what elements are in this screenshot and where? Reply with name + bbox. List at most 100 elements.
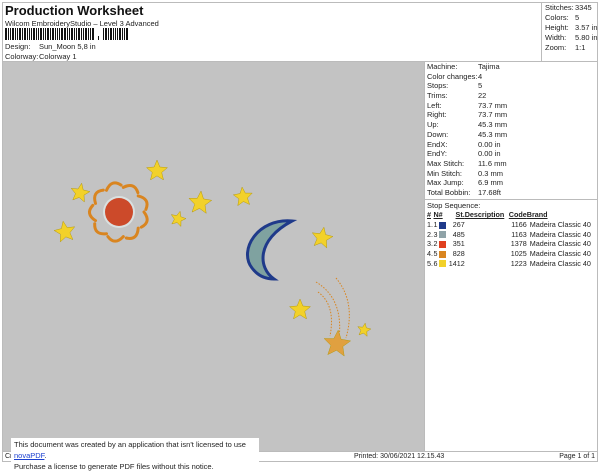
column-header: St. — [455, 210, 465, 220]
thread-code: 1166 — [511, 219, 527, 229]
stats-label: Height: — [545, 23, 569, 32]
stats-row: Width: 5.80 in — [545, 33, 598, 43]
thread-code: 1223 — [510, 258, 527, 268]
description — [465, 249, 508, 259]
stitch-count: 1412 — [448, 258, 465, 268]
stats-value: 3345 — [575, 3, 592, 12]
stitch-count: 485 — [452, 229, 465, 239]
colorway-row: Colorway:Colorway 1 — [5, 52, 77, 61]
stitch-count: 267 — [452, 219, 465, 229]
info-label: Machine: — [427, 62, 458, 71]
colorway-label: Colorway: — [5, 52, 39, 61]
sun-ray — [124, 226, 140, 240]
info-row: Machine: Tajima — [427, 62, 596, 72]
color-swatch — [439, 250, 447, 258]
moon — [246, 219, 298, 281]
table-row: 4. 5 828 1025 Madeira Classic 40 — [427, 249, 596, 259]
star — [70, 182, 91, 203]
needle-cell: 3 — [433, 229, 447, 239]
needle-cell: 1 — [433, 220, 447, 230]
info-label: Up: — [427, 120, 439, 130]
machine-info: Machine: Tajima Color changes:4 Stops: 5 Trim… — [425, 62, 598, 198]
sun — [105, 198, 133, 226]
info-label: Total Bobbin: — [427, 187, 471, 197]
column-header: Code — [508, 210, 527, 220]
info-row: Right: 73.7 mm — [427, 110, 596, 120]
design-label: Design: — [5, 42, 31, 51]
stats-value: 1:1 — [575, 43, 586, 52]
sun-ray — [105, 181, 123, 192]
info-value: 0.00 in — [478, 139, 501, 149]
needle-number: 1 — [433, 219, 438, 229]
thread-brand: Madeira Classic 40 — [529, 258, 591, 268]
sun-ray — [136, 194, 149, 211]
notice-text: This document was created by an applicat… — [14, 440, 246, 449]
info-value: 22 — [478, 91, 487, 101]
info-row: Up: 45.3 mm — [427, 120, 596, 130]
software-name: Wilcom EmbroideryStudio – Level 3 Advanc… — [5, 19, 159, 28]
info-value: 45.3 mm — [478, 129, 508, 139]
stats-row: Height: 3.57 in — [545, 23, 598, 33]
stitch-count: 351 — [452, 239, 465, 249]
star — [357, 322, 372, 337]
info-value: 0.3 mm — [478, 168, 504, 178]
barcode — [5, 28, 130, 40]
info-label: Right: — [427, 110, 447, 120]
needle-number: 5 — [433, 249, 438, 259]
table-row: 3. 2 351 1378 Madeira Classic 40 — [427, 239, 596, 249]
design-preview — [3, 62, 424, 451]
sun-ray — [93, 222, 108, 236]
info-value: 6.9 mm — [478, 178, 504, 188]
color-swatch — [439, 231, 447, 239]
thread-code: 1163 — [511, 229, 527, 239]
info-row: Total Bobbin: 17.68ft — [427, 188, 596, 198]
star — [170, 210, 187, 228]
notice-text-2: Purchase a license to generate PDF files… — [14, 462, 214, 471]
stats-value: 3.57 in — [575, 23, 598, 32]
star — [145, 159, 169, 181]
sun-ray — [93, 188, 105, 205]
column-header: Brand — [526, 210, 548, 220]
info-label: EndX: — [427, 139, 448, 149]
printed-date: Printed: 30/06/2021 12.15.43 — [354, 453, 445, 460]
stop-sequence: Stop Sequence: # N# St. Description Code Bran… — [425, 198, 598, 269]
stop-sequence-table: # N# St. Description Code Brand 1. 1 267 1166… — [427, 210, 596, 268]
needle-cell: 6 — [433, 258, 447, 268]
shooting-star — [323, 329, 352, 357]
embroidery-design — [53, 159, 372, 357]
page-number: Page 1 of 1 — [559, 453, 595, 460]
star — [53, 220, 76, 243]
stop-sequence-title: Stop Sequence: — [427, 200, 481, 210]
needle-number: 6 — [433, 258, 438, 268]
color-swatch — [439, 221, 447, 229]
info-row: Stops: 5 — [427, 81, 596, 91]
star — [232, 186, 253, 207]
star — [311, 226, 334, 249]
page-title: Production Worksheet — [5, 3, 144, 18]
info-row: Down: 45.3 mm — [427, 130, 596, 140]
swoosh-line — [335, 277, 350, 339]
info-value: Tajima — [478, 62, 500, 71]
sun-ray — [121, 184, 140, 195]
info-row: EndY: 0.00 in — [427, 149, 596, 159]
stats-label: Zoom: — [545, 43, 567, 52]
column-header: Description — [464, 210, 505, 220]
details-panel: Machine: Tajima Color changes:4 Stops: 5 Trim… — [424, 62, 598, 451]
novapdf-link[interactable]: novaPDF — [14, 451, 44, 460]
info-value: 73.7 mm — [478, 100, 508, 110]
stats-label: Colors: — [545, 13, 569, 22]
info-row: Trims: 22 — [427, 91, 596, 101]
info-row: Left: 73.7 mm — [427, 101, 596, 111]
info-label: Left: — [427, 100, 442, 110]
column-header: N# — [433, 210, 443, 220]
info-label: Down: — [427, 129, 449, 139]
stats-box: Stitches:3345 Colors: 5 Height: 3.57 in Width… — [541, 2, 598, 61]
info-label: Trims: — [427, 91, 448, 101]
color-swatch — [439, 260, 447, 268]
info-value: 45.3 mm — [478, 120, 508, 130]
info-value: 17.68ft — [478, 187, 501, 197]
stats-value: 5 — [575, 13, 580, 22]
info-label: Min Stitch: — [427, 168, 463, 178]
thread-brand: Madeira Classic 40 — [529, 219, 591, 229]
info-label: Max Jump: — [427, 178, 464, 188]
